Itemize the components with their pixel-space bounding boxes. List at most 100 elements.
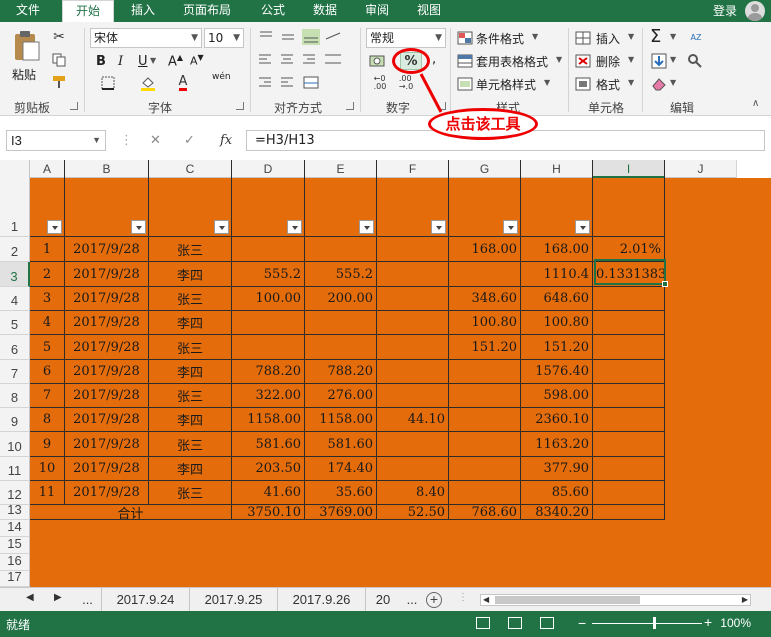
insert-cells-button[interactable]: 插入 (596, 30, 620, 47)
table-cell[interactable]: 张三 (149, 287, 232, 311)
filter-dropdown-icon[interactable] (359, 220, 374, 234)
chevron-down-icon[interactable]: ▼ (628, 78, 634, 87)
table-cell[interactable]: 2017/9/28 (65, 384, 149, 408)
table-cell[interactable]: 7 (30, 384, 65, 408)
table-cell[interactable] (593, 311, 665, 335)
table-cell[interactable]: 10 (30, 457, 65, 481)
total-value-cell[interactable]: 52.50 (377, 505, 449, 520)
horizontal-align-buttons[interactable] (256, 51, 346, 69)
table-cell[interactable] (377, 237, 449, 262)
table-cell[interactable] (593, 457, 665, 481)
table-cell[interactable] (593, 432, 665, 457)
tab-formulas[interactable]: 公式 (250, 0, 296, 22)
font-color-button[interactable]: A (170, 74, 196, 92)
table-cell[interactable]: 2017/9/28 (65, 360, 149, 384)
table-cell[interactable] (449, 432, 521, 457)
table-cell[interactable]: 2017/9/28 (65, 237, 149, 262)
table-cell[interactable]: 788.20 (232, 360, 305, 384)
column-header-j[interactable]: J (665, 160, 737, 178)
horizontal-scrollbar[interactable]: ◀ ▶ (480, 594, 751, 606)
chevron-down-icon[interactable]: ▼ (670, 32, 676, 41)
zoom-out-icon[interactable]: − (578, 615, 586, 631)
fill-handle[interactable] (662, 281, 668, 287)
row-header-17[interactable]: 17 (0, 569, 30, 587)
table-cell[interactable]: 2017/9/28 (65, 432, 149, 457)
chevron-down-icon[interactable]: ▼ (628, 55, 634, 64)
format-cells-button[interactable]: 格式 (596, 76, 620, 93)
row-header-8[interactable]: 8 (0, 384, 30, 408)
filter-dropdown-icon[interactable] (131, 220, 146, 234)
chevron-down-icon[interactable]: ▼ (670, 55, 676, 64)
font-launcher-icon[interactable] (236, 102, 244, 110)
chevron-down-icon[interactable]: ▼ (670, 78, 676, 87)
table-header-cell[interactable]: 合计 (521, 160, 593, 237)
table-cell[interactable]: 李四 (149, 408, 232, 432)
zoom-slider[interactable] (592, 623, 702, 624)
sheet-tab-more[interactable]: ... (74, 588, 102, 611)
total-value-cell[interactable]: 8340.20 (521, 505, 593, 520)
table-cell[interactable] (377, 457, 449, 481)
table-cell[interactable] (593, 384, 665, 408)
row-header-13[interactable]: 13 (0, 502, 30, 520)
table-cell[interactable] (449, 360, 521, 384)
page-layout-view-icon[interactable] (508, 617, 522, 629)
row-header-4[interactable]: 4 (0, 287, 30, 311)
table-cell[interactable]: 1158.00 (232, 408, 305, 432)
table-cell[interactable]: 8 (30, 408, 65, 432)
row-header-7[interactable]: 7 (0, 360, 30, 384)
tab-insert[interactable]: 插入 (120, 0, 166, 22)
indent-buttons[interactable] (256, 74, 346, 92)
sort-filter-button[interactable]: AZ (684, 28, 708, 48)
table-cell[interactable] (377, 335, 449, 360)
table-cell[interactable]: 100.80 (521, 311, 593, 335)
filter-dropdown-icon[interactable] (214, 220, 229, 234)
table-cell[interactable] (377, 262, 449, 287)
chevron-down-icon[interactable]: ▼ (628, 32, 634, 41)
filter-dropdown-icon[interactable] (287, 220, 302, 234)
table-cell[interactable]: 9 (30, 432, 65, 457)
table-cell[interactable] (377, 360, 449, 384)
table-cell[interactable] (305, 237, 377, 262)
italic-button[interactable]: I (118, 54, 123, 69)
table-cell[interactable]: 2017/9/28 (65, 311, 149, 335)
cell-style-button[interactable]: 单元格样式 (476, 76, 536, 93)
filter-dropdown-icon[interactable] (47, 220, 62, 234)
bold-button[interactable]: B (96, 54, 106, 69)
table-cell[interactable] (305, 311, 377, 335)
chevron-down-icon[interactable]: ▼ (544, 78, 550, 87)
table-cell[interactable]: 2017/9/28 (65, 335, 149, 360)
table-cell[interactable]: 648.60 (521, 287, 593, 311)
underline-button[interactable]: U (138, 54, 148, 69)
table-cell[interactable]: 174.40 (305, 457, 377, 481)
row-header-11[interactable]: 11 (0, 457, 30, 481)
total-value-cell[interactable]: 3769.00 (305, 505, 377, 520)
table-header-cell[interactable]: 处置费 (305, 160, 377, 237)
row-header-3[interactable]: 3 (0, 262, 30, 287)
table-cell[interactable]: 276.00 (305, 384, 377, 408)
zoom-level[interactable]: 100% (720, 616, 751, 630)
filter-dropdown-icon[interactable] (575, 220, 590, 234)
table-cell[interactable]: 李四 (149, 262, 232, 287)
copy-button[interactable] (50, 51, 68, 69)
table-header-cell[interactable]: 公库冷藏费 (449, 160, 521, 237)
table-cell[interactable]: 581.60 (232, 432, 305, 457)
table-cell[interactable]: 李四 (149, 360, 232, 384)
table-cell[interactable]: 788.20 (305, 360, 377, 384)
table-cell[interactable]: 41.60 (232, 481, 305, 505)
total-value-cell[interactable]: 3750.10 (232, 505, 305, 520)
table-cell[interactable] (377, 384, 449, 408)
table-cell[interactable] (593, 408, 665, 432)
scroll-right-icon[interactable]: ▶ (742, 595, 748, 604)
alignment-launcher-icon[interactable] (346, 102, 354, 110)
table-cell[interactable] (449, 384, 521, 408)
table-cell[interactable]: 1158.00 (305, 408, 377, 432)
normal-view-icon[interactable] (476, 617, 490, 629)
number-format-select[interactable]: 常规 ▼ (366, 28, 446, 48)
row-header-1[interactable]: 1 (0, 160, 30, 237)
scroll-right-icon[interactable]: ▶ (54, 592, 62, 603)
paste-label[interactable]: 粘贴 (12, 66, 36, 83)
scroll-left-icon[interactable]: ◀ (26, 592, 34, 603)
table-cell[interactable]: 2017/9/28 (65, 262, 149, 287)
row-header-9[interactable]: 9 (0, 408, 30, 432)
table-cell[interactable]: 200.00 (305, 287, 377, 311)
